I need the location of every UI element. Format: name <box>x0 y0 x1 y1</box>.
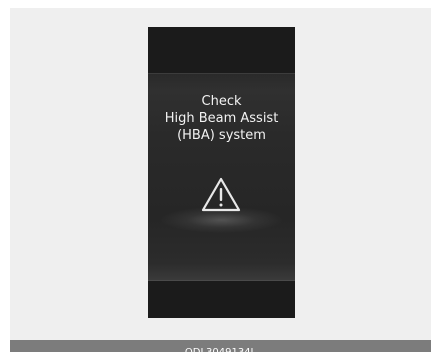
message-line-system-name: High Beam Assist <box>164 111 279 126</box>
caption-bar: ODL3049134L <box>10 340 431 358</box>
instrument-cluster-display: Check High Beam Assist (HBA) system <box>148 27 295 318</box>
message-line-system-abbrev: (HBA) system <box>177 128 266 143</box>
warning-message-panel: Check High Beam Assist (HBA) system <box>148 73 295 281</box>
warning-message: Check High Beam Assist (HBA) system <box>148 93 295 144</box>
warning-triangle-icon <box>201 177 241 212</box>
figure-code: ODL3049134L <box>184 347 257 358</box>
message-line-check: Check <box>201 94 242 109</box>
